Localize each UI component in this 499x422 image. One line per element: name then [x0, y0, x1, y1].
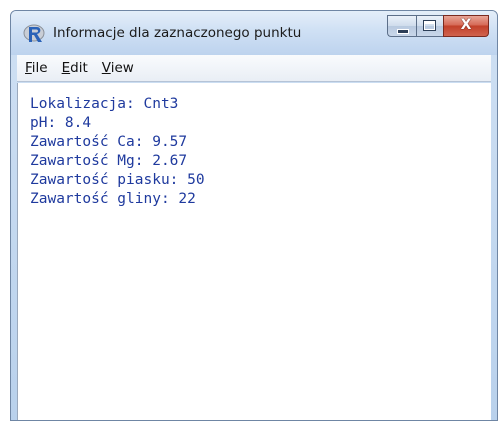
- close-button[interactable]: X: [443, 15, 489, 37]
- menu-file-accelerator: F: [25, 60, 32, 76]
- point-info-text: Lokalizacja: Cnt3 pH: 8.4 Zawartość Ca: …: [30, 95, 205, 209]
- info-line-sand: Zawartość piasku: 50: [30, 172, 205, 188]
- close-icon: X: [460, 17, 472, 33]
- info-line-magnesium: Zawartość Mg: 2.67: [30, 153, 188, 169]
- maximize-icon: [423, 20, 436, 31]
- r-logo-icon: [23, 24, 45, 42]
- menu-view-accelerator: V: [101, 60, 111, 76]
- app-window: Informacje dla zaznaczonego punktu X Fil…: [10, 10, 498, 421]
- minimize-icon: [397, 29, 409, 34]
- minimize-button[interactable]: [387, 15, 416, 37]
- menu-bar: File Edit View: [17, 55, 491, 82]
- info-line-ph: pH: 8.4: [30, 115, 92, 131]
- text-content-area[interactable]: Lokalizacja: Cnt3 pH: 8.4 Zawartość Ca: …: [17, 83, 491, 420]
- info-line-calcium: Zawartość Ca: 9.57: [30, 134, 188, 150]
- info-line-clay: Zawartość gliny: 22: [30, 191, 196, 207]
- menu-view[interactable]: View: [102, 60, 134, 76]
- menu-view-label: iew: [110, 60, 134, 76]
- menu-edit[interactable]: Edit: [62, 60, 88, 76]
- info-line-location: Lokalizacja: Cnt3: [30, 96, 179, 112]
- maximize-button[interactable]: [416, 15, 443, 37]
- menu-edit-accelerator: E: [61, 60, 71, 76]
- menu-file-label: ile: [31, 60, 48, 76]
- caption-buttons: X: [387, 15, 489, 37]
- window-title: Informacje dla zaznaczonego punktu: [53, 25, 302, 41]
- menu-file[interactable]: File: [25, 60, 48, 76]
- title-bar[interactable]: Informacje dla zaznaczonego punktu X: [11, 11, 497, 55]
- menu-edit-label: dit: [70, 60, 88, 76]
